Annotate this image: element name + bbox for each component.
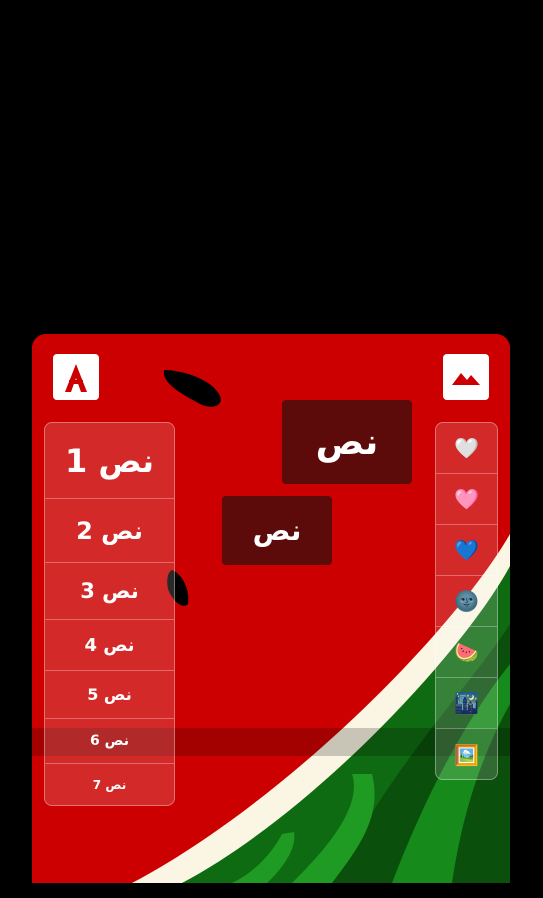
new-moon-face-icon[interactable]: 🌚 [436,576,497,627]
framed-picture-icon[interactable]: 🖼️ [436,729,497,779]
watermelon-canvas[interactable]: نص نص نص 1 نص 2 نص 3 نص 4 نص 5 نص 6 نص 7… [32,334,510,883]
text-style-item[interactable]: نص 7 [45,764,174,805]
image-mountains-icon [452,373,480,385]
adobe-a-logo-icon [65,364,87,392]
text-style-item[interactable]: نص 3 [45,563,174,620]
text-style-item[interactable]: نص 5 [45,671,174,719]
logo-button[interactable] [53,354,99,400]
text-style-item[interactable]: نص 1 [45,423,174,499]
text-style-item[interactable]: نص 4 [45,620,174,671]
text-style-item[interactable]: نص 2 [45,499,174,563]
canvas-text-label[interactable]: نص [282,400,412,484]
watermelon-icon[interactable]: 🍉 [436,627,497,678]
image-button[interactable] [443,354,489,400]
city-night-icon[interactable]: 🌃 [436,678,497,729]
blue-heart-icon[interactable]: 💙 [436,525,497,576]
canvas-text-label[interactable]: نص [222,496,332,565]
emoji-palette: 🤍 🩷 💙 🌚 🍉 🌃 🖼️ [435,422,498,780]
text-style-item[interactable]: نص 6 [45,719,174,764]
text-style-panel: نص 1 نص 2 نص 3 نص 4 نص 5 نص 6 نص 7 [44,422,175,806]
pink-heart-icon[interactable]: 🩷 [436,474,497,525]
white-heart-icon[interactable]: 🤍 [436,423,497,474]
